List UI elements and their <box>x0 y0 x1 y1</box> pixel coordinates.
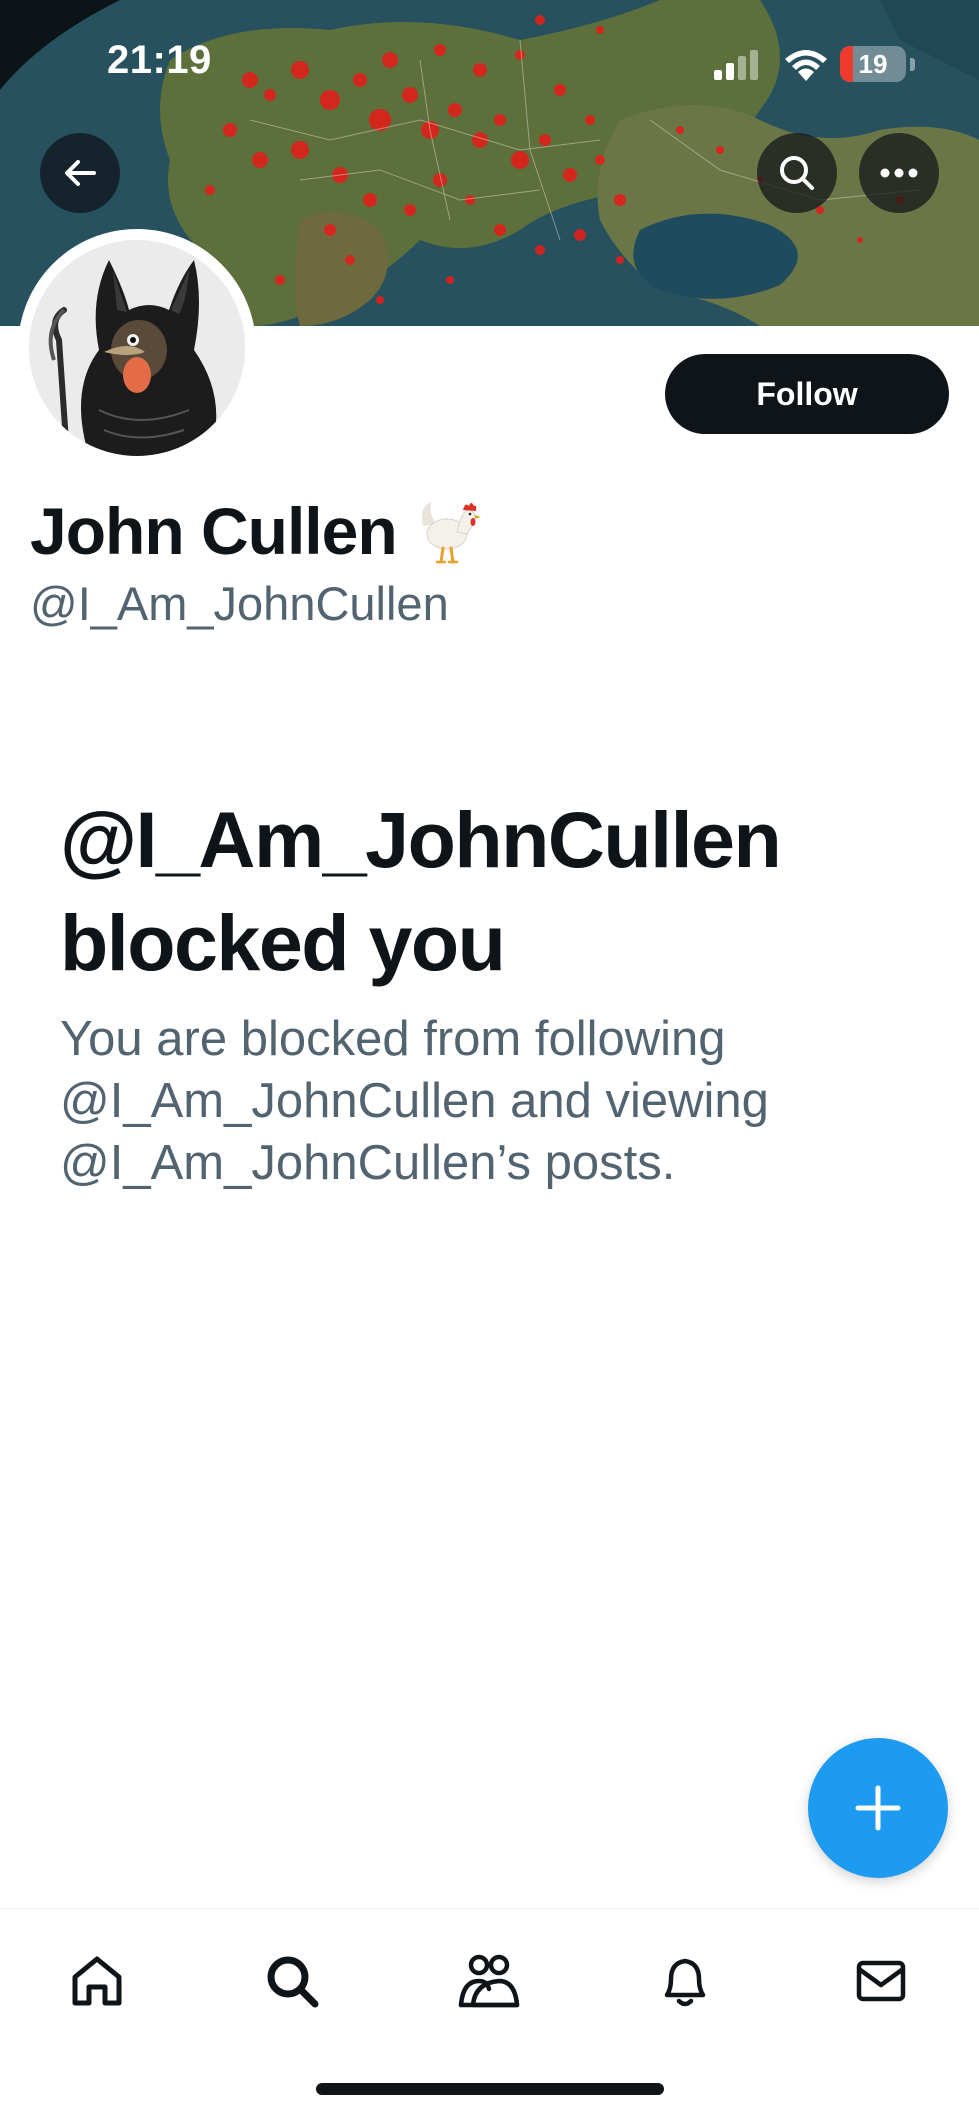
follow-button[interactable]: Follow <box>665 354 949 434</box>
compose-post-button[interactable] <box>808 1738 948 1878</box>
avatar-image <box>29 240 245 456</box>
battery-level: 19 <box>858 49 888 79</box>
display-name-row: John Cullen <box>30 493 483 569</box>
rooster-icon <box>421 502 481 564</box>
hooded-bird-avatar-image <box>29 240 245 456</box>
battery-cap <box>910 58 915 71</box>
search-button[interactable] <box>757 133 837 213</box>
arrow-left-icon <box>65 160 96 186</box>
nav-notifications[interactable] <box>645 1941 725 2021</box>
home-indicator[interactable] <box>316 2083 664 2095</box>
home-icon <box>72 1956 122 2006</box>
nav-home[interactable] <box>57 1941 137 2021</box>
messages-icon <box>856 1960 906 2002</box>
nav-search[interactable] <box>252 1941 332 2021</box>
nav-messages[interactable] <box>841 1941 921 2021</box>
signal-icon <box>714 50 758 80</box>
display-name: John Cullen <box>30 494 398 568</box>
battery-icon: 19 <box>840 46 906 82</box>
search-icon <box>780 156 814 190</box>
notifications-icon <box>664 1958 706 2007</box>
back-button[interactable] <box>40 133 120 213</box>
avatar[interactable] <box>18 229 256 467</box>
more-horizontal-icon <box>880 168 918 178</box>
profile-handle: @I_Am_JohnCullen <box>30 577 449 630</box>
plus-icon <box>855 1785 901 1831</box>
wifi-icon <box>785 50 827 81</box>
nav-communities[interactable] <box>449 1941 529 2021</box>
search-icon <box>267 1956 319 2008</box>
blocked-description: You are blocked from following @I_Am_Joh… <box>60 1012 769 1190</box>
blocked-title: @I_Am_JohnCullen blocked you <box>60 795 782 987</box>
communities-icon <box>458 1954 520 2008</box>
status-time: 21:19 <box>107 38 212 82</box>
more-button[interactable] <box>859 133 939 213</box>
